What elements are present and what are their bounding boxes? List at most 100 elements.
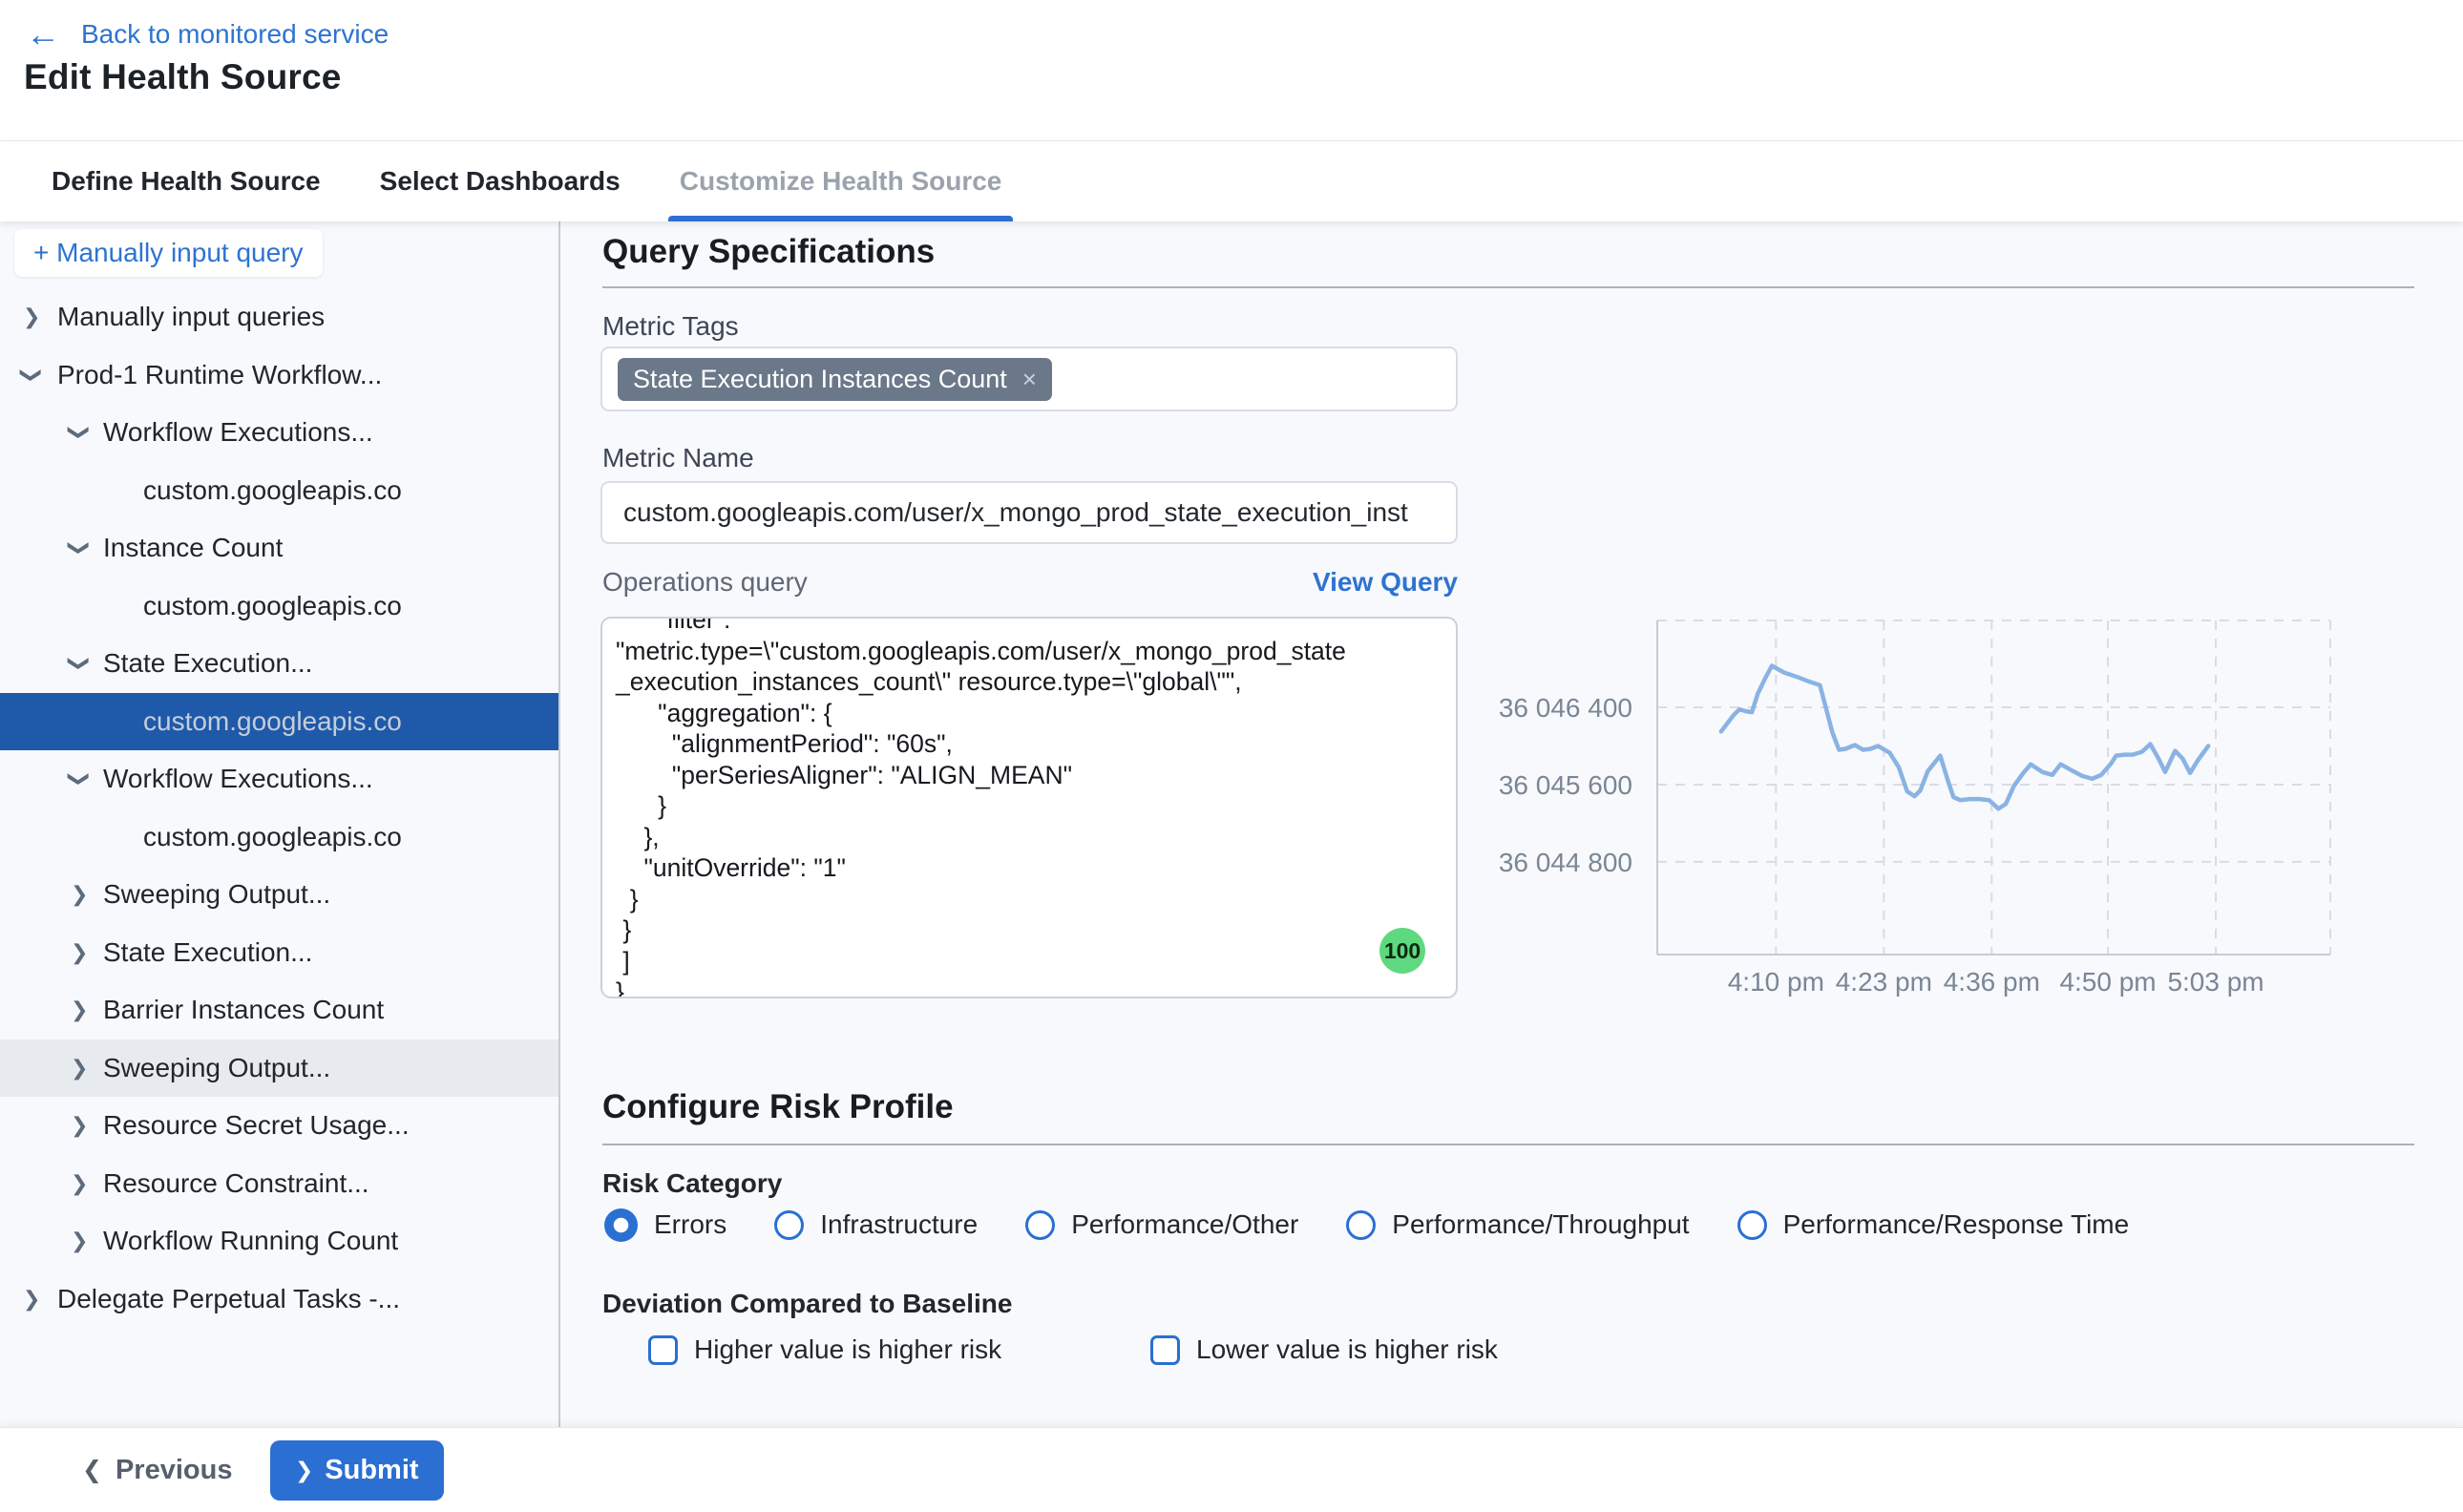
tree-item-label: Manually input queries	[57, 302, 325, 332]
tree-item-label: custom.googleapis.co	[143, 822, 402, 852]
tree-item-label: Sweeping Output...	[103, 1053, 330, 1083]
svg-text:4:50 pm: 4:50 pm	[2059, 967, 2156, 997]
checkbox-icon[interactable]	[648, 1335, 678, 1365]
radio-selected-icon[interactable]	[604, 1208, 638, 1242]
risk-category-radio-group: Errors Infrastructure Performance/Other Per…	[604, 1203, 2129, 1247]
chevron-right-icon[interactable]: ❯	[71, 999, 88, 1020]
tree-item-label: State Execution...	[103, 937, 312, 968]
metric-tag-chip[interactable]: State Execution Instances Count ×	[618, 358, 1052, 401]
tree-item-label: Resource Constraint...	[103, 1168, 369, 1199]
metric-name-label: Metric Name	[602, 443, 754, 473]
checkbox-label: Lower value is higher risk	[1196, 1334, 1498, 1365]
view-query-link[interactable]: View Query	[1313, 567, 1458, 598]
tree-item-label: Workflow Running Count	[103, 1226, 398, 1256]
query-score-badge: 100	[1379, 928, 1425, 974]
tree-item-label: Barrier Instances Count	[103, 995, 384, 1025]
tree-item-custom-googleapis-co[interactable]: custom.googleapis.co	[0, 808, 560, 867]
metric-tags-label: Metric Tags	[602, 311, 739, 342]
radio-unselected-icon[interactable]	[774, 1210, 804, 1240]
risk-radio-performance-response-time[interactable]: Performance/Response Time	[1737, 1209, 2130, 1240]
checkbox-icon[interactable]	[1150, 1335, 1180, 1365]
chevron-right-icon[interactable]: ❯	[71, 1173, 88, 1194]
back-arrow-icon: ←	[26, 17, 60, 52]
svg-text:4:10 pm: 4:10 pm	[1728, 967, 1824, 997]
tree-item-delegate-perpetual-tasks[interactable]: ❯ Delegate Perpetual Tasks -...	[0, 1270, 560, 1329]
chevron-down-icon[interactable]: ❯	[69, 539, 90, 556]
higher-value-checkbox-item[interactable]: Higher value is higher risk	[648, 1334, 1001, 1365]
risk-radio-performance-other[interactable]: Performance/Other	[1025, 1209, 1298, 1240]
lower-value-checkbox-item[interactable]: Lower value is higher risk	[1150, 1334, 1498, 1365]
tree-item-custom-googleapis-co[interactable]: custom.googleapis.co	[0, 578, 560, 636]
footer-bar: ❮ Previous ❯ Submit	[0, 1427, 2463, 1512]
top-header: ← Back to monitored service Edit Health …	[0, 0, 2463, 221]
chevron-down-icon[interactable]: ❯	[69, 770, 90, 788]
tree-item-resource-constraint[interactable]: ❯ Resource Constraint...	[0, 1155, 560, 1213]
back-link[interactable]: ← Back to monitored service	[26, 17, 389, 52]
tree-item-label: Workflow Executions...	[103, 417, 373, 448]
chevron-right-icon[interactable]: ❯	[71, 1115, 88, 1136]
risk-radio-errors[interactable]: Errors	[604, 1208, 726, 1242]
tab-bar: Define Health Source Select Dashboards Cus…	[0, 141, 2463, 221]
chevron-right-icon[interactable]: ❯	[71, 1058, 88, 1079]
radio-unselected-icon[interactable]	[1737, 1210, 1767, 1240]
submit-button[interactable]: ❯ Submit	[270, 1440, 444, 1501]
tree-item-label: Workflow Executions...	[103, 764, 373, 794]
radio-label: Errors	[654, 1209, 726, 1240]
tree-item-state-execution[interactable]: ❯ State Execution...	[0, 924, 560, 982]
chevron-right-icon[interactable]: ❯	[71, 942, 88, 963]
tree-item-label: custom.googleapis.co	[143, 591, 402, 621]
chevron-right-icon[interactable]: ❯	[71, 884, 88, 905]
svg-text:36 044 800: 36 044 800	[1499, 848, 1632, 877]
configure-risk-profile-title: Configure Risk Profile	[602, 1088, 954, 1126]
metric-name-value: custom.googleapis.com/user/x_mongo_prod_…	[623, 497, 1408, 528]
metric-tag-chip-label: State Execution Instances Count	[633, 365, 1007, 394]
tree-item-state-execution[interactable]: ❯ State Execution...	[0, 635, 560, 693]
previous-button[interactable]: ❮ Previous	[82, 1428, 232, 1512]
svg-text:36 046 400: 36 046 400	[1499, 693, 1632, 723]
chevron-right-icon[interactable]: ❯	[23, 1289, 40, 1310]
tree-item-custom-googleapis-co[interactable]: custom.googleapis.co	[0, 462, 560, 520]
operations-query-textarea[interactable]: "filter": "metric.type=\"custom.googleap…	[600, 617, 1458, 998]
radio-label: Infrastructure	[820, 1209, 978, 1240]
tab-define-health-source[interactable]: Define Health Source	[46, 141, 326, 221]
radio-unselected-icon[interactable]	[1025, 1210, 1055, 1240]
tree-item-resource-secret-usage[interactable]: ❯ Resource Secret Usage...	[0, 1097, 560, 1155]
risk-radio-infrastructure[interactable]: Infrastructure	[774, 1209, 978, 1240]
tree-item-label: State Execution...	[103, 648, 312, 679]
chevron-right-icon[interactable]: ❯	[71, 1230, 88, 1251]
risk-radio-performance-throughput[interactable]: Performance/Throughput	[1346, 1209, 1689, 1240]
operations-query-text: "filter": "metric.type=\"custom.googleap…	[602, 617, 1456, 998]
tree-item-workflow-executions[interactable]: ❯ Workflow Executions...	[0, 404, 560, 462]
tree-item-label: custom.googleapis.co	[143, 475, 402, 506]
chevron-down-icon[interactable]: ❯	[69, 655, 90, 672]
chevron-right-icon[interactable]: ❯	[23, 306, 40, 327]
tree-item-label: Resource Secret Usage...	[103, 1110, 410, 1141]
radio-label: Performance/Other	[1071, 1209, 1298, 1240]
tree-item-label: Delegate Perpetual Tasks -...	[57, 1284, 400, 1314]
tab-customize-health-source[interactable]: Customize Health Source	[674, 141, 1008, 221]
tree-item-label: Prod-1 Runtime Workflow...	[57, 360, 382, 390]
tab-select-dashboards[interactable]: Select Dashboards	[374, 141, 626, 221]
page-title: Edit Health Source	[24, 57, 342, 97]
radio-unselected-icon[interactable]	[1346, 1210, 1376, 1240]
tree-item-instance-count[interactable]: ❯ Instance Count	[0, 519, 560, 578]
tree-item-manually-input-queries[interactable]: ❯ Manually input queries	[0, 288, 560, 346]
tree-item-sweeping-output[interactable]: ❯ Sweeping Output...	[0, 1040, 560, 1098]
metric-name-input[interactable]: custom.googleapis.com/user/x_mongo_prod_…	[600, 481, 1458, 544]
add-manual-query-button[interactable]: + Manually input query	[14, 229, 323, 277]
tree-item-workflow-running-count[interactable]: ❯ Workflow Running Count	[0, 1212, 560, 1270]
metric-tags-input[interactable]: State Execution Instances Count ×	[600, 346, 1458, 411]
tree-item-label: Sweeping Output...	[103, 879, 330, 910]
chevron-down-icon[interactable]: ❯	[69, 424, 90, 441]
tree-item-workflow-executions[interactable]: ❯ Workflow Executions...	[0, 750, 560, 808]
tree-item-custom-googleapis-co[interactable]: custom.googleapis.co	[0, 693, 560, 751]
tree-item-label: Instance Count	[103, 533, 283, 563]
section-divider-2	[602, 1144, 2414, 1145]
chip-remove-icon[interactable]: ×	[1022, 367, 1037, 391]
section-divider	[602, 286, 2414, 288]
chevron-down-icon[interactable]: ❯	[21, 367, 42, 384]
tree-item-prod-1-runtime-workflow[interactable]: ❯ Prod-1 Runtime Workflow...	[0, 346, 560, 405]
tree-item-barrier-instances-count[interactable]: ❯ Barrier Instances Count	[0, 981, 560, 1040]
query-specifications-title: Query Specifications	[602, 233, 935, 271]
tree-item-sweeping-output[interactable]: ❯ Sweeping Output...	[0, 866, 560, 924]
